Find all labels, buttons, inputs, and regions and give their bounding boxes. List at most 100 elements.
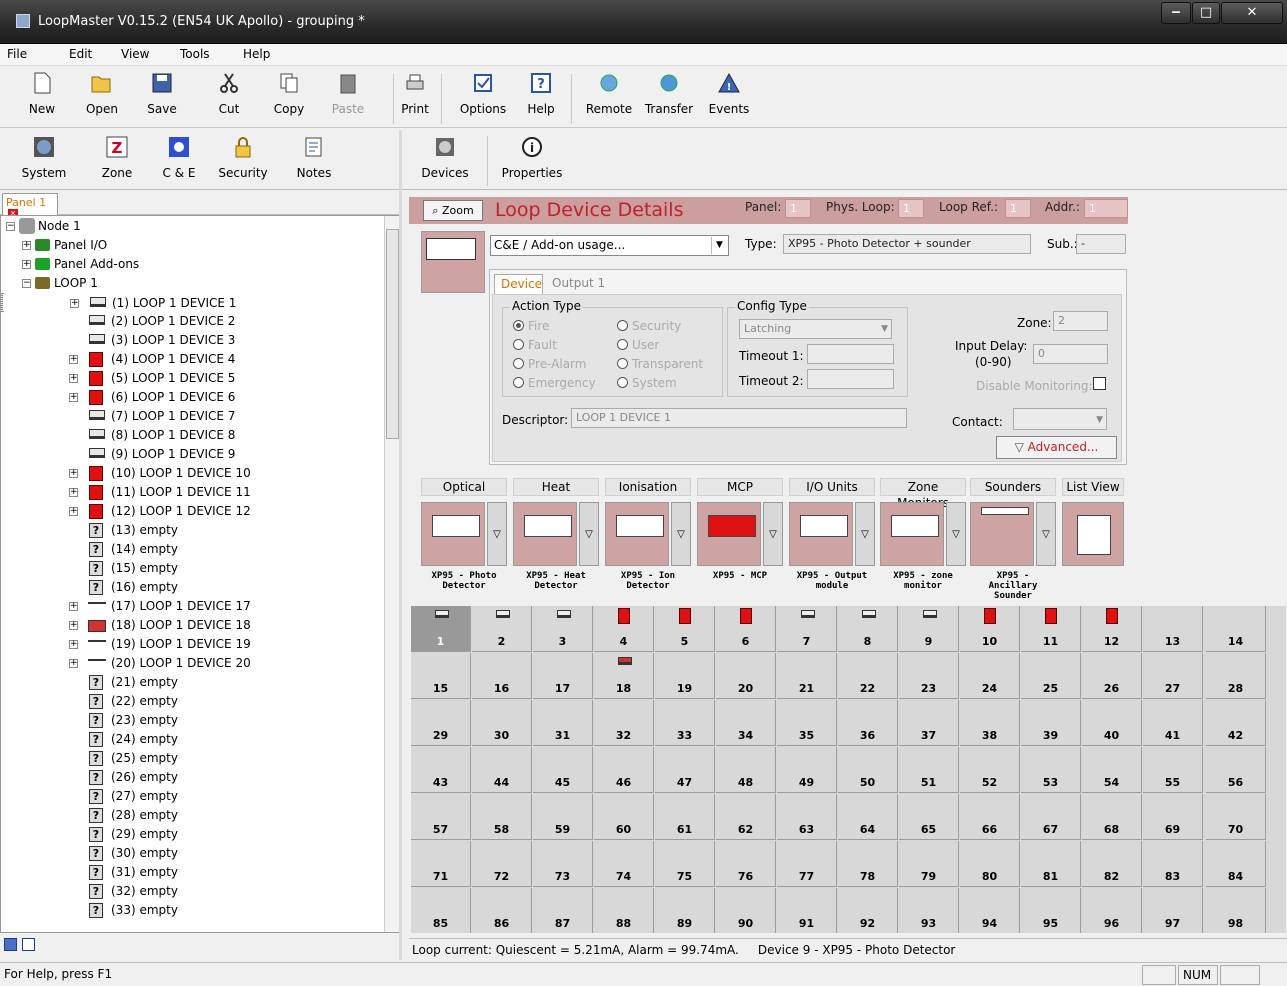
device-tile[interactable]: [421, 502, 485, 566]
expand-all-icon[interactable]: [4, 938, 17, 951]
address-cell[interactable]: 35: [777, 700, 837, 746]
loop-ref-field[interactable]: 1: [1005, 199, 1031, 218]
address-cell[interactable]: 10: [960, 606, 1020, 652]
address-cell[interactable]: 90: [716, 888, 776, 933]
address-cell[interactable]: 57: [411, 794, 471, 840]
usage-combo[interactable]: C&E / Add-on usage... ▼: [490, 235, 729, 256]
menu-help[interactable]: Help: [243, 47, 270, 61]
address-cell[interactable]: 58: [472, 794, 532, 840]
address-cell[interactable]: 11: [1021, 606, 1081, 652]
address-cell[interactable]: 70: [1206, 794, 1266, 840]
device-tile[interactable]: [697, 502, 761, 566]
address-cell[interactable]: 22: [838, 653, 898, 699]
expand-icon[interactable]: +: [69, 469, 78, 478]
collapse-icon[interactable]: −: [22, 279, 31, 288]
address-cell[interactable]: 25: [1021, 653, 1081, 699]
expand-icon[interactable]: +: [69, 602, 78, 611]
help-button[interactable]: ? Help: [524, 72, 558, 126]
address-cell[interactable]: 9: [899, 606, 959, 652]
address-cell[interactable]: 44: [472, 747, 532, 793]
address-cell[interactable]: 31: [533, 700, 593, 746]
address-cell[interactable]: 3: [533, 606, 593, 652]
tile-dropdown[interactable]: ▽: [579, 502, 599, 566]
zone-field[interactable]: 2: [1053, 311, 1108, 331]
address-cell[interactable]: 4: [594, 606, 654, 652]
address-cell[interactable]: 23: [899, 653, 959, 699]
radio-fire[interactable]: Fire: [513, 319, 549, 333]
advanced-button[interactable]: ▽ Advanced...: [996, 436, 1117, 459]
system-button[interactable]: System: [20, 136, 68, 190]
address-cell[interactable]: 38: [960, 700, 1020, 746]
address-cell[interactable]: 92: [838, 888, 898, 933]
descriptor-field[interactable]: LOOP 1 DEVICE 1: [571, 408, 907, 428]
new-button[interactable]: New: [24, 72, 60, 126]
addr-field[interactable]: 1: [1084, 199, 1128, 218]
tile-dropdown[interactable]: ▽: [763, 502, 783, 566]
radio-pre-alarm[interactable]: Pre-Alarm: [513, 357, 586, 371]
address-cell[interactable]: 88: [594, 888, 654, 933]
address-cell[interactable]: 47: [655, 747, 715, 793]
address-cell[interactable]: 53: [1021, 747, 1081, 793]
address-cell[interactable]: 14: [1206, 606, 1266, 652]
address-cell[interactable]: 82: [1082, 841, 1142, 887]
address-cell[interactable]: 62: [716, 794, 776, 840]
expand-icon[interactable]: +: [69, 393, 78, 402]
pane-splitter[interactable]: [399, 130, 402, 960]
collapse-all-icon[interactable]: [22, 938, 35, 951]
address-cell[interactable]: 20: [716, 653, 776, 699]
expand-icon[interactable]: +: [69, 640, 78, 649]
radio-system[interactable]: System: [617, 376, 677, 390]
expand-icon[interactable]: +: [69, 507, 78, 516]
address-cell[interactable]: 73: [533, 841, 593, 887]
address-cell[interactable]: 63: [777, 794, 837, 840]
address-cell[interactable]: 65: [899, 794, 959, 840]
timeout2-field[interactable]: [807, 369, 894, 389]
expand-icon[interactable]: +: [69, 659, 78, 668]
address-cell[interactable]: 91: [777, 888, 837, 933]
address-cell[interactable]: 2: [472, 606, 532, 652]
save-button[interactable]: Save: [144, 72, 180, 126]
radio-security[interactable]: Security: [617, 319, 681, 333]
address-cell[interactable]: 29: [411, 700, 471, 746]
address-cell[interactable]: 95: [1021, 888, 1081, 933]
address-cell[interactable]: 18: [594, 653, 654, 699]
address-cell[interactable]: 46: [594, 747, 654, 793]
address-cell[interactable]: 19: [655, 653, 715, 699]
address-cell[interactable]: 54: [1082, 747, 1142, 793]
address-cell[interactable]: 71: [411, 841, 471, 887]
address-cell[interactable]: 24: [960, 653, 1020, 699]
menu-edit[interactable]: Edit: [69, 47, 92, 61]
address-cell[interactable]: 94: [960, 888, 1020, 933]
address-cell[interactable]: 7: [777, 606, 837, 652]
address-cell[interactable]: 93: [899, 888, 959, 933]
phys-loop-field[interactable]: 1: [898, 199, 924, 218]
address-cell[interactable]: 27: [1143, 653, 1203, 699]
address-cell[interactable]: 67: [1021, 794, 1081, 840]
address-cell[interactable]: 43: [411, 747, 471, 793]
address-cell[interactable]: 75: [655, 841, 715, 887]
radio-transparent[interactable]: Transparent: [617, 357, 703, 371]
open-button[interactable]: Open: [82, 72, 122, 126]
address-cell[interactable]: 60: [594, 794, 654, 840]
address-cell[interactable]: 28: [1206, 653, 1266, 699]
close-button[interactable]: ✕: [1221, 2, 1283, 24]
address-cell[interactable]: 59: [533, 794, 593, 840]
address-cell[interactable]: 33: [655, 700, 715, 746]
contact-select[interactable]: ▼: [1013, 408, 1107, 430]
expand-icon[interactable]: +: [22, 260, 31, 269]
disable-monitoring-checkbox[interactable]: [1093, 377, 1106, 390]
zoom-button[interactable]: ⌕ Zoom: [423, 200, 483, 221]
address-cell[interactable]: 97: [1143, 888, 1203, 933]
options-button[interactable]: Options: [455, 72, 511, 126]
panel-field[interactable]: 1: [785, 199, 811, 218]
expand-icon[interactable]: +: [69, 355, 78, 364]
cut-button[interactable]: Cut: [212, 72, 246, 126]
address-cell[interactable]: 85: [411, 888, 471, 933]
cande-button[interactable]: C & E: [158, 136, 200, 190]
address-cell[interactable]: 30: [472, 700, 532, 746]
device-tile[interactable]: [513, 502, 577, 566]
expand-icon[interactable]: +: [69, 374, 78, 383]
address-cell[interactable]: 87: [533, 888, 593, 933]
address-cell[interactable]: 79: [899, 841, 959, 887]
tab-output-1[interactable]: Output 1: [548, 276, 609, 290]
